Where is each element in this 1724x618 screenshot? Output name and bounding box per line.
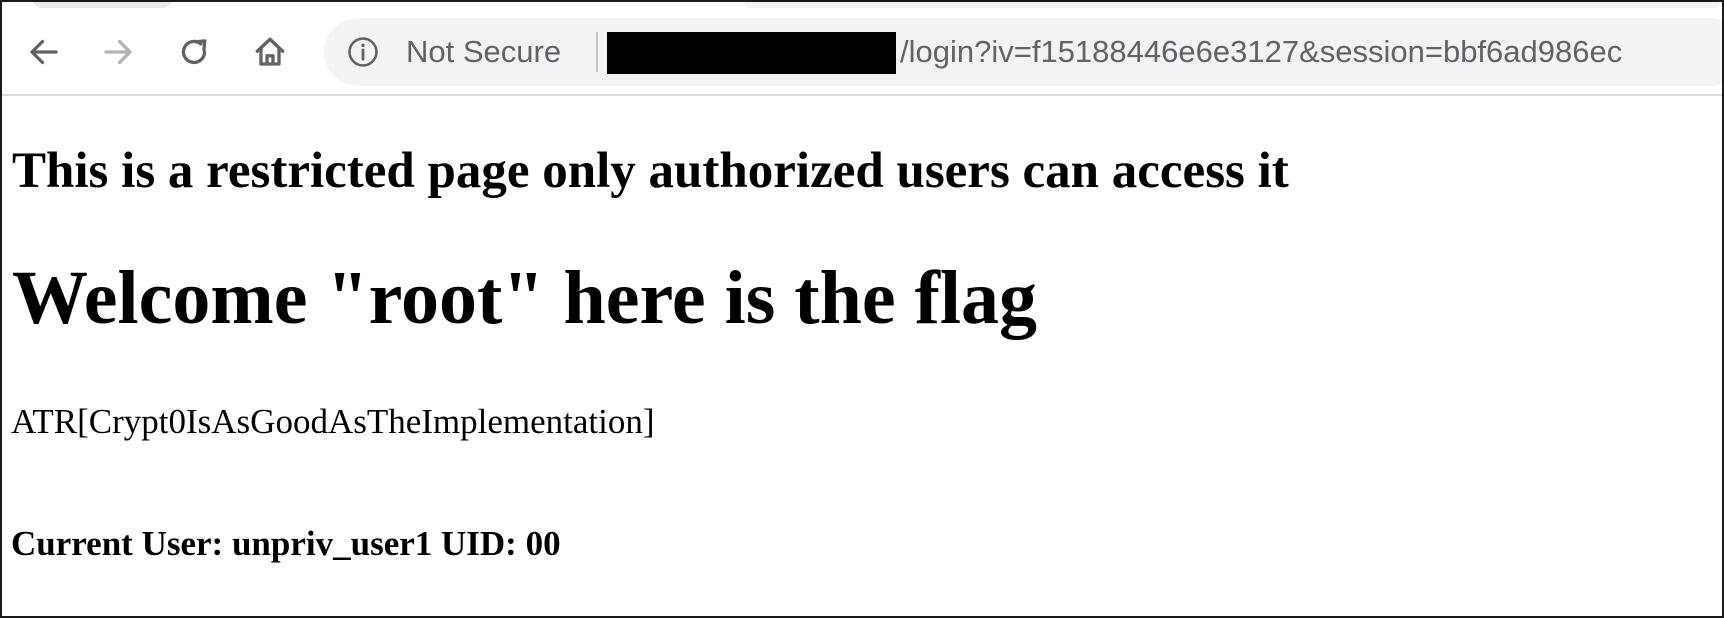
back-button[interactable]: [16, 24, 72, 80]
current-user-info: Current User: unpriv_user1 UID: 00: [11, 524, 561, 563]
address-divider: [596, 32, 598, 72]
tab-strip-edge: [32, 2, 172, 8]
home-button[interactable]: [242, 24, 298, 80]
flag-value: ATR[Crypt0IsAsGoodAsTheImplementation]: [11, 402, 655, 441]
welcome-heading: Welcome "root" here is the flag: [12, 256, 1037, 340]
security-status-label[interactable]: Not Secure: [406, 18, 561, 86]
info-circle-icon[interactable]: [346, 35, 380, 69]
page-content: This is a restricted page only authorize…: [2, 96, 1722, 616]
reload-button[interactable]: [166, 24, 222, 80]
browser-window: Not Secure /login?iv=f15188446e6e3127&se…: [0, 0, 1724, 618]
browser-toolbar: Not Secure /login?iv=f15188446e6e3127&se…: [2, 2, 1722, 96]
redacted-hostname: [607, 32, 896, 74]
url-text[interactable]: /login?iv=f15188446e6e3127&session=bbf6a…: [900, 18, 1622, 86]
arrow-left-icon: [30, 39, 58, 65]
home-icon: [255, 37, 285, 66]
address-bar[interactable]: Not Secure /login?iv=f15188446e6e3127&se…: [324, 18, 1722, 86]
tab-strip-edge: [742, 2, 1722, 8]
arrow-right-icon: [104, 39, 132, 65]
forward-button[interactable]: [90, 24, 146, 80]
restricted-heading: This is a restricted page only authorize…: [12, 143, 1289, 199]
reload-icon: [181, 39, 207, 65]
